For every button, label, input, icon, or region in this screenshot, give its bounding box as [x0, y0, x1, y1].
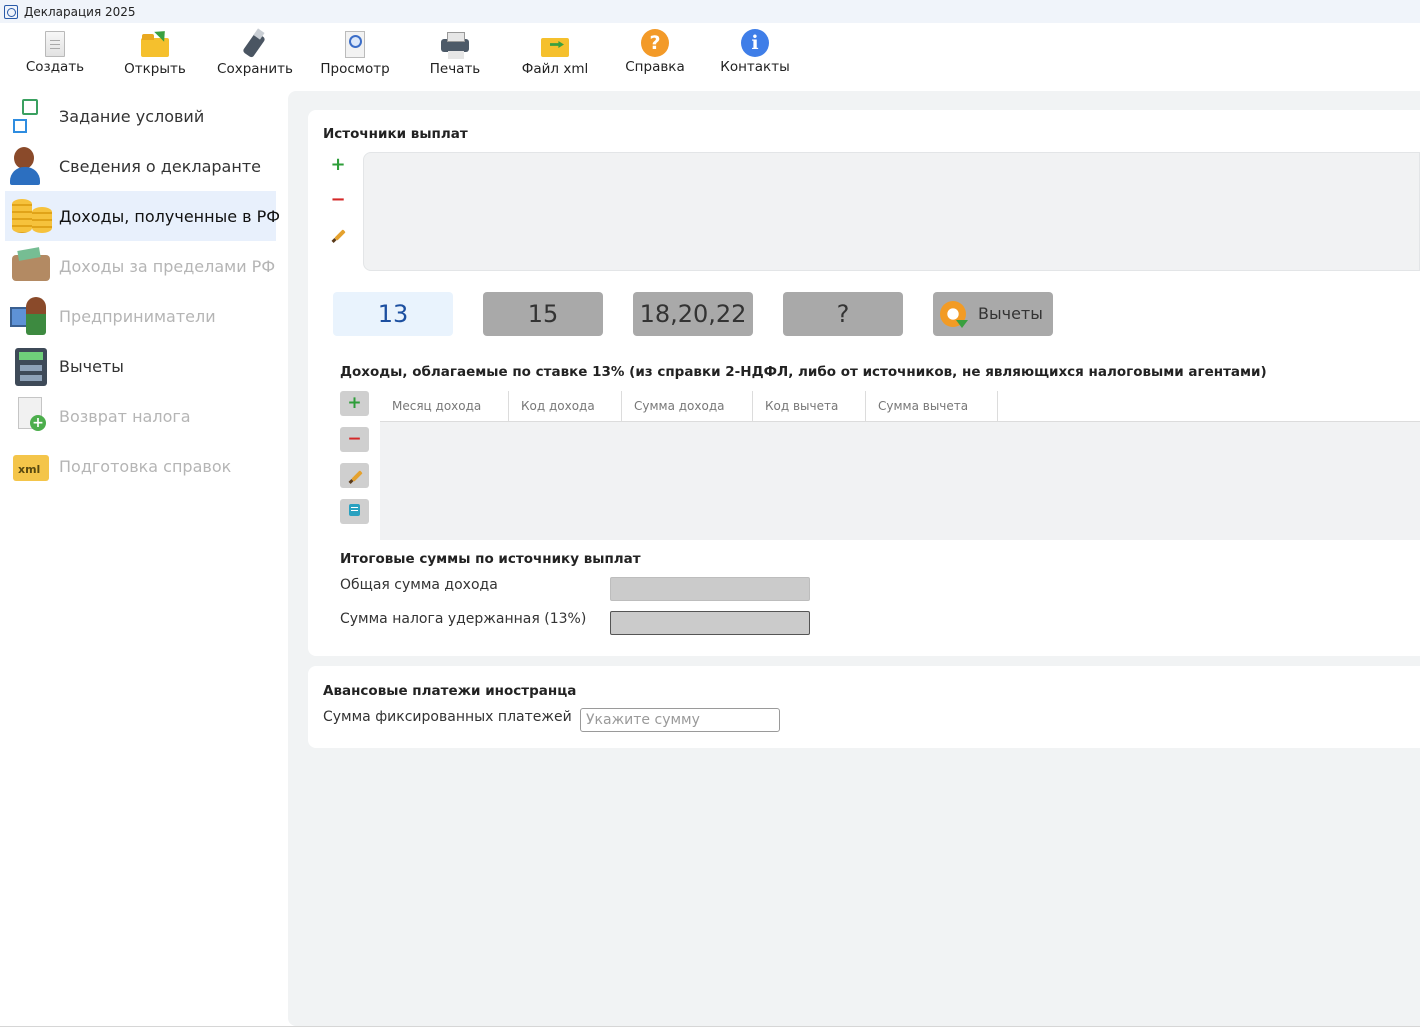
xml-folder-icon [540, 29, 570, 59]
tax-withheld-field [610, 611, 810, 635]
add-source-button[interactable]: + [323, 152, 353, 178]
main-panel: Источники выплат + − 13 15 18,20,22 ? Вы… [288, 91, 1420, 1026]
sidebar-item-label: Подготовка справок [59, 456, 232, 476]
deductions-button[interactable]: Вычеты [933, 292, 1053, 336]
sidebar-item-income-abroad[interactable]: Доходы за пределами РФ [5, 241, 276, 291]
print-button[interactable]: Печать [405, 29, 505, 87]
contacts-button[interactable]: i Контакты [705, 29, 805, 87]
sidebar-item-label: Доходы за пределами РФ [59, 256, 276, 276]
total-income-field [610, 577, 810, 601]
edit-income-button[interactable] [340, 463, 369, 488]
sidebar-item-label: Задание условий [59, 106, 205, 126]
deductions-icon [940, 301, 968, 328]
sidebar: Задание условий Сведения о декларанте До… [0, 91, 288, 1034]
title-bar: Декларация 2025 [0, 0, 1420, 23]
tab-rate-18-20-22[interactable]: 18,20,22 [633, 292, 753, 336]
tax-withheld-label: Сумма налога удержанная (13%) [340, 611, 587, 627]
column-header-deduction-code[interactable]: Код вычета [753, 391, 866, 422]
toolbar: Создать Открыть Сохранить Просмотр Печат… [0, 23, 1420, 91]
deductions-label: Вычеты [978, 304, 1043, 323]
preview-label: Просмотр [320, 61, 390, 77]
sources-title: Источники выплат [323, 126, 468, 142]
window-title: Декларация 2025 [24, 4, 136, 19]
totals-title: Итоговые суммы по источнику выплат [340, 551, 641, 567]
xml-folder-icon [8, 445, 52, 487]
income-table[interactable]: Месяц дохода Код дохода Сумма дохода Код… [380, 391, 1420, 540]
help-label: Справка [625, 59, 685, 75]
coins-icon [8, 195, 52, 237]
help-button[interactable]: ? Справка [605, 29, 705, 87]
column-header-income-month[interactable]: Месяц дохода [380, 391, 509, 422]
declarant-icon [8, 145, 52, 187]
preview-icon [340, 29, 370, 59]
column-header-income-amount[interactable]: Сумма дохода [622, 391, 753, 422]
save-label: Сохранить [217, 61, 293, 77]
income-card: Источники выплат + − 13 15 18,20,22 ? Вы… [308, 110, 1420, 656]
column-header-deduction-amount[interactable]: Сумма вычета [866, 391, 998, 422]
remove-income-button[interactable]: − [340, 427, 369, 452]
tax-refund-icon [8, 395, 52, 437]
entrepreneur-icon [8, 295, 52, 337]
income-table-header: Месяц дохода Код дохода Сумма дохода Код… [380, 391, 1420, 422]
sidebar-item-deductions[interactable]: Вычеты [5, 341, 276, 391]
xml-file-label: Файл xml [521, 61, 589, 77]
column-header-income-code[interactable]: Код дохода [509, 391, 622, 422]
save-button[interactable]: Сохранить [205, 29, 305, 87]
preview-button[interactable]: Просмотр [305, 29, 405, 87]
advance-payments-title: Авансовые платежи иностранца [323, 683, 577, 699]
tab-rate-other[interactable]: ? [783, 292, 903, 336]
fixed-payments-label: Сумма фиксированных платежей [323, 709, 572, 725]
sidebar-item-entrepreneurs[interactable]: Предприниматели [5, 291, 276, 341]
status-bar [0, 1026, 1420, 1034]
conditions-icon [8, 95, 52, 137]
create-label: Создать [25, 59, 85, 75]
xml-file-button[interactable]: Файл xml [505, 29, 605, 87]
open-button[interactable]: Открыть [105, 26, 205, 87]
sidebar-item-tax-refund[interactable]: Возврат налога [5, 391, 276, 441]
income-title: Доходы, облагаемые по ставке 13% (из спр… [340, 364, 1267, 380]
remove-source-button[interactable]: − [323, 187, 353, 213]
open-folder-icon [140, 26, 170, 59]
sidebar-item-label: Вычеты [59, 356, 124, 376]
app-logo-icon [4, 4, 18, 19]
sidebar-item-conditions[interactable]: Задание условий [5, 91, 276, 141]
tab-rate-15[interactable]: 15 [483, 292, 603, 336]
create-button[interactable]: Создать [5, 29, 105, 87]
printer-icon [440, 29, 470, 59]
total-income-label: Общая сумма дохода [340, 577, 498, 593]
contacts-label: Контакты [720, 59, 790, 75]
sources-list[interactable] [363, 152, 1420, 271]
advance-payments-card: Авансовые платежи иностранца Сумма фикси… [308, 666, 1420, 748]
print-label: Печать [429, 61, 481, 77]
usb-save-icon [240, 29, 270, 59]
sidebar-item-label: Возврат налога [59, 406, 191, 426]
new-document-icon [45, 31, 65, 57]
document-icon [349, 503, 360, 516]
copy-income-button[interactable] [340, 499, 369, 524]
edit-source-button[interactable] [323, 222, 353, 248]
add-income-button[interactable]: + [340, 391, 369, 416]
sidebar-item-label: Доходы, полученные в РФ [59, 206, 281, 226]
sidebar-item-label: Сведения о декларанте [59, 156, 261, 176]
sidebar-item-certificates[interactable]: Подготовка справок [5, 441, 276, 491]
tab-rate-13[interactable]: 13 [333, 292, 453, 336]
help-icon: ? [641, 29, 669, 57]
sidebar-item-declarant[interactable]: Сведения о декларанте [5, 141, 276, 191]
sidebar-item-income-rf[interactable]: Доходы, полученные в РФ [5, 191, 280, 241]
wallet-icon [8, 245, 52, 287]
info-icon: i [741, 29, 769, 57]
fixed-payments-input[interactable] [580, 708, 780, 732]
sidebar-item-label: Предприниматели [59, 306, 216, 326]
open-label: Открыть [124, 61, 186, 77]
calculator-icon [8, 345, 52, 387]
